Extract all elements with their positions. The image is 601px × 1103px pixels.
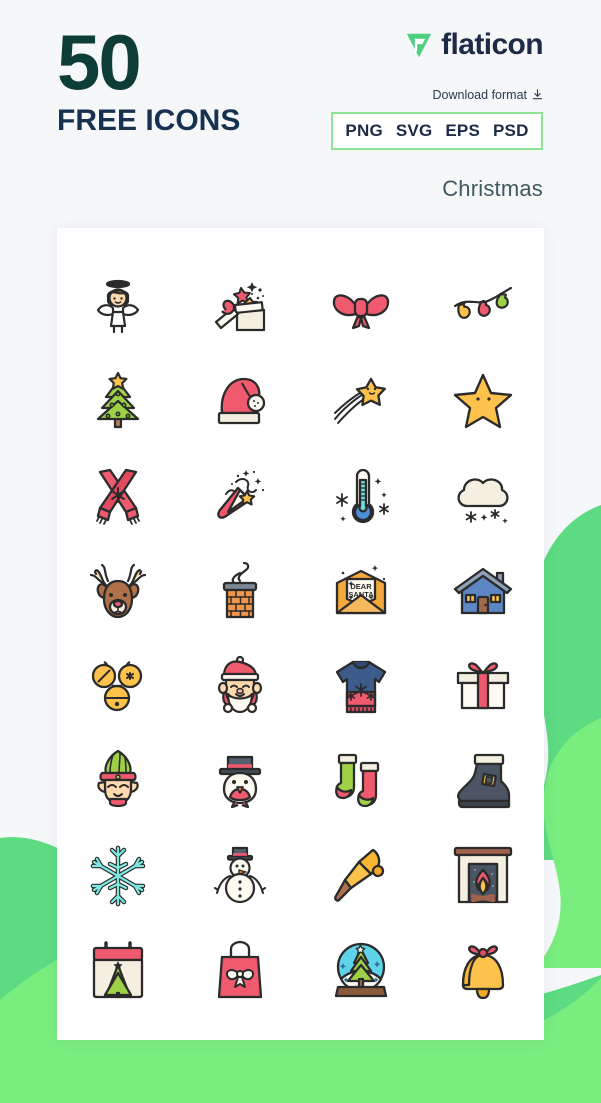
thermometer-icon[interactable]: [326, 461, 396, 531]
snowman-head-icon[interactable]: [205, 746, 275, 816]
calendar-icon[interactable]: [83, 936, 153, 1006]
string-lights-icon[interactable]: [448, 271, 518, 341]
page-header: 50 FREE ICONS flaticon Download format P…: [0, 0, 601, 215]
download-format-options[interactable]: PNG SVG EPS PSD: [331, 112, 543, 150]
snow-globe-icon[interactable]: [326, 936, 396, 1006]
boot-icon[interactable]: [448, 746, 518, 816]
fireplace-icon[interactable]: [448, 841, 518, 911]
sweater-icon[interactable]: [326, 651, 396, 721]
icon-count-block: 50 FREE ICONS: [57, 22, 307, 138]
christmas-tree-icon[interactable]: [83, 366, 153, 436]
jingle-bells-icon[interactable]: [83, 651, 153, 721]
letter-line-2: SANTA: [349, 590, 375, 599]
format-option-psd[interactable]: PSD: [493, 121, 529, 141]
download-icon: [532, 89, 543, 100]
santa-letter-icon[interactable]: DEAR SANTA: [326, 556, 396, 626]
shopping-bag-icon[interactable]: [205, 936, 275, 1006]
house-icon[interactable]: [448, 556, 518, 626]
chimney-icon[interactable]: [205, 556, 275, 626]
download-format-row: Download format: [433, 88, 544, 102]
snowman-icon[interactable]: [205, 841, 275, 911]
blob-right-light: [536, 718, 601, 968]
shooting-star-icon[interactable]: [326, 366, 396, 436]
open-gift-icon[interactable]: [205, 271, 275, 341]
bow-icon[interactable]: [326, 271, 396, 341]
bell-icon[interactable]: [448, 936, 518, 1006]
format-option-eps[interactable]: EPS: [445, 121, 480, 141]
hand-bell-icon[interactable]: [326, 841, 396, 911]
icon-pack-card: DEAR SANTA: [57, 228, 544, 1040]
download-format-label: Download format: [432, 88, 528, 102]
party-popper-icon[interactable]: [205, 461, 275, 531]
scarf-icon[interactable]: [83, 461, 153, 531]
brand-logo[interactable]: flaticon: [404, 28, 544, 61]
santa-claus-icon[interactable]: [205, 651, 275, 721]
elf-icon[interactable]: [83, 746, 153, 816]
reindeer-icon[interactable]: [83, 556, 153, 626]
icon-count-label: FREE ICONS: [57, 104, 241, 137]
santa-hat-icon[interactable]: [205, 366, 275, 436]
socks-icon[interactable]: [326, 746, 396, 816]
snow-cloud-icon[interactable]: [448, 461, 518, 531]
flaticon-logo-icon: [406, 33, 432, 58]
angel-icon[interactable]: [83, 271, 153, 341]
gift-box-icon[interactable]: [448, 651, 518, 721]
pack-title: Christmas: [442, 176, 543, 201]
icon-grid: DEAR SANTA: [57, 258, 544, 1018]
format-option-png[interactable]: PNG: [345, 121, 382, 141]
icon-count-number: 50: [57, 18, 142, 106]
format-option-svg[interactable]: SVG: [396, 121, 433, 141]
star-icon[interactable]: [448, 366, 518, 436]
brand-name: flaticon: [441, 28, 543, 61]
snowflake-icon[interactable]: [83, 841, 153, 911]
